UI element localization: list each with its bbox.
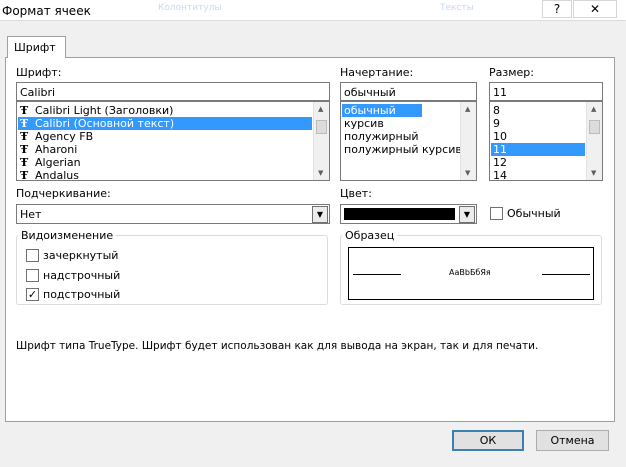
tab-label: Шрифт <box>14 41 56 54</box>
list-item[interactable]: полужирный курсив <box>342 143 462 156</box>
color-label: Цвет: <box>340 187 372 200</box>
color-select[interactable]: ▼ <box>340 204 477 224</box>
chevron-down-icon[interactable]: ▼ <box>312 206 328 223</box>
scrollbar[interactable]: ▲ ▼ <box>460 102 476 180</box>
truetype-icon: Ŧ <box>20 169 29 181</box>
truetype-icon: Ŧ <box>20 156 29 169</box>
underline-label: Подчеркивание: <box>16 187 111 200</box>
subscript-checkbox[interactable]: ✓ <box>26 288 39 301</box>
list-item[interactable]: 14 <box>491 169 585 180</box>
help-button[interactable]: ? <box>542 0 572 18</box>
strikethrough-checkbox[interactable] <box>26 249 39 262</box>
window-title: Формат ячеек <box>2 4 91 18</box>
list-item-label: Aharoni <box>35 143 78 156</box>
background-tab-label: Тексты <box>440 3 474 13</box>
list-item-label: Calibri Light (Заголовки) <box>35 104 174 117</box>
close-button[interactable]: ✕ <box>573 0 617 18</box>
list-item-label: Agency FB <box>35 130 94 143</box>
truetype-icon: Ŧ <box>20 117 29 130</box>
effects-title: Видоизменение <box>18 229 117 242</box>
scroll-thumb[interactable] <box>589 120 600 134</box>
normal-font-label: Обычный <box>507 207 561 220</box>
list-item[interactable]: Ŧ Algerian <box>18 156 312 169</box>
font-input[interactable]: Calibri <box>16 82 330 101</box>
strikethrough-label: зачеркнутый <box>43 249 119 262</box>
style-input-value: обычный <box>344 86 396 99</box>
preview-box: АаВbБбЯя <box>348 247 594 300</box>
size-input-value: 11 <box>493 86 507 99</box>
close-icon: ✕ <box>589 2 601 16</box>
scrollbar[interactable]: ▲ ▼ <box>313 102 329 180</box>
size-list[interactable]: 8 9 10 11 12 14 ▲ ▼ <box>489 101 603 181</box>
superscript-checkbox[interactable] <box>26 269 39 282</box>
underline-select[interactable]: Нет ▼ <box>16 204 330 224</box>
style-input[interactable]: обычный <box>340 82 477 101</box>
list-item-label: Algerian <box>35 156 81 169</box>
subscript-label: подстрочный <box>43 288 121 301</box>
list-item[interactable]: 9 <box>491 117 585 130</box>
list-item[interactable]: Ŧ Andalus <box>18 169 312 181</box>
list-item[interactable]: 10 <box>491 130 585 143</box>
truetype-icon: Ŧ <box>20 104 29 117</box>
list-item[interactable]: курсив <box>342 117 459 130</box>
size-label: Размер: <box>489 66 534 79</box>
ok-button[interactable]: ОК <box>452 430 524 451</box>
background-tab-label: Колонтитулы <box>158 3 222 13</box>
list-item[interactable]: обычный <box>342 104 422 117</box>
scroll-down-icon[interactable]: ▼ <box>591 169 596 177</box>
list-item-label: Calibri (Основной текст) <box>35 117 175 130</box>
scroll-up-icon[interactable]: ▲ <box>465 105 470 113</box>
cancel-button[interactable]: Отмена <box>536 430 609 451</box>
font-input-value: Calibri <box>20 86 56 99</box>
list-item[interactable]: Ŧ Calibri (Основной текст) <box>18 117 312 130</box>
preview-title: Образец <box>342 229 398 242</box>
list-item[interactable]: 8 <box>491 104 585 117</box>
tab-font[interactable]: Шрифт <box>7 36 66 58</box>
style-list[interactable]: обычный курсив полужирный полужирный кур… <box>340 101 477 181</box>
help-icon: ? <box>553 2 561 16</box>
scroll-thumb[interactable] <box>316 120 327 134</box>
style-label: Начертание: <box>340 66 414 79</box>
list-item[interactable]: Ŧ Calibri Light (Заголовки) <box>18 104 312 117</box>
tab-panel: Шрифт: Calibri Ŧ Calibri Light (Заголовки… <box>5 57 615 422</box>
truetype-icon: Ŧ <box>20 130 29 143</box>
list-item[interactable]: 12 <box>491 156 585 169</box>
preview-text: АаВbБбЯя <box>449 268 491 277</box>
size-input[interactable]: 11 <box>489 82 603 101</box>
list-item-label: Andalus <box>35 169 79 181</box>
superscript-label: надстрочный <box>43 269 121 282</box>
truetype-icon: Ŧ <box>20 143 29 156</box>
checkmark-icon: ✓ <box>27 288 38 301</box>
normal-font-checkbox[interactable] <box>490 207 503 220</box>
scroll-up-icon[interactable]: ▲ <box>591 105 596 113</box>
preview-baseline-left <box>353 274 401 275</box>
chevron-down-icon[interactable]: ▼ <box>459 206 475 223</box>
list-item[interactable]: 11 <box>491 143 585 156</box>
font-type-note: Шрифт типа TrueType. Шрифт будет использ… <box>16 340 539 352</box>
scroll-up-icon[interactable]: ▲ <box>318 105 323 113</box>
underline-value: Нет <box>20 208 42 221</box>
scroll-down-icon[interactable]: ▼ <box>465 169 470 177</box>
color-swatch <box>344 208 455 220</box>
scroll-down-icon[interactable]: ▼ <box>318 169 323 177</box>
list-item[interactable]: Ŧ Agency FB <box>18 130 312 143</box>
preview-baseline-right <box>542 274 590 275</box>
list-item[interactable]: Ŧ Aharoni <box>18 143 312 156</box>
font-list[interactable]: Ŧ Calibri Light (Заголовки) Ŧ Calibri (Осн… <box>16 101 330 181</box>
font-label: Шрифт: <box>16 66 62 79</box>
scrollbar[interactable]: ▲ ▼ <box>586 102 602 180</box>
list-item[interactable]: полужирный <box>342 130 459 143</box>
